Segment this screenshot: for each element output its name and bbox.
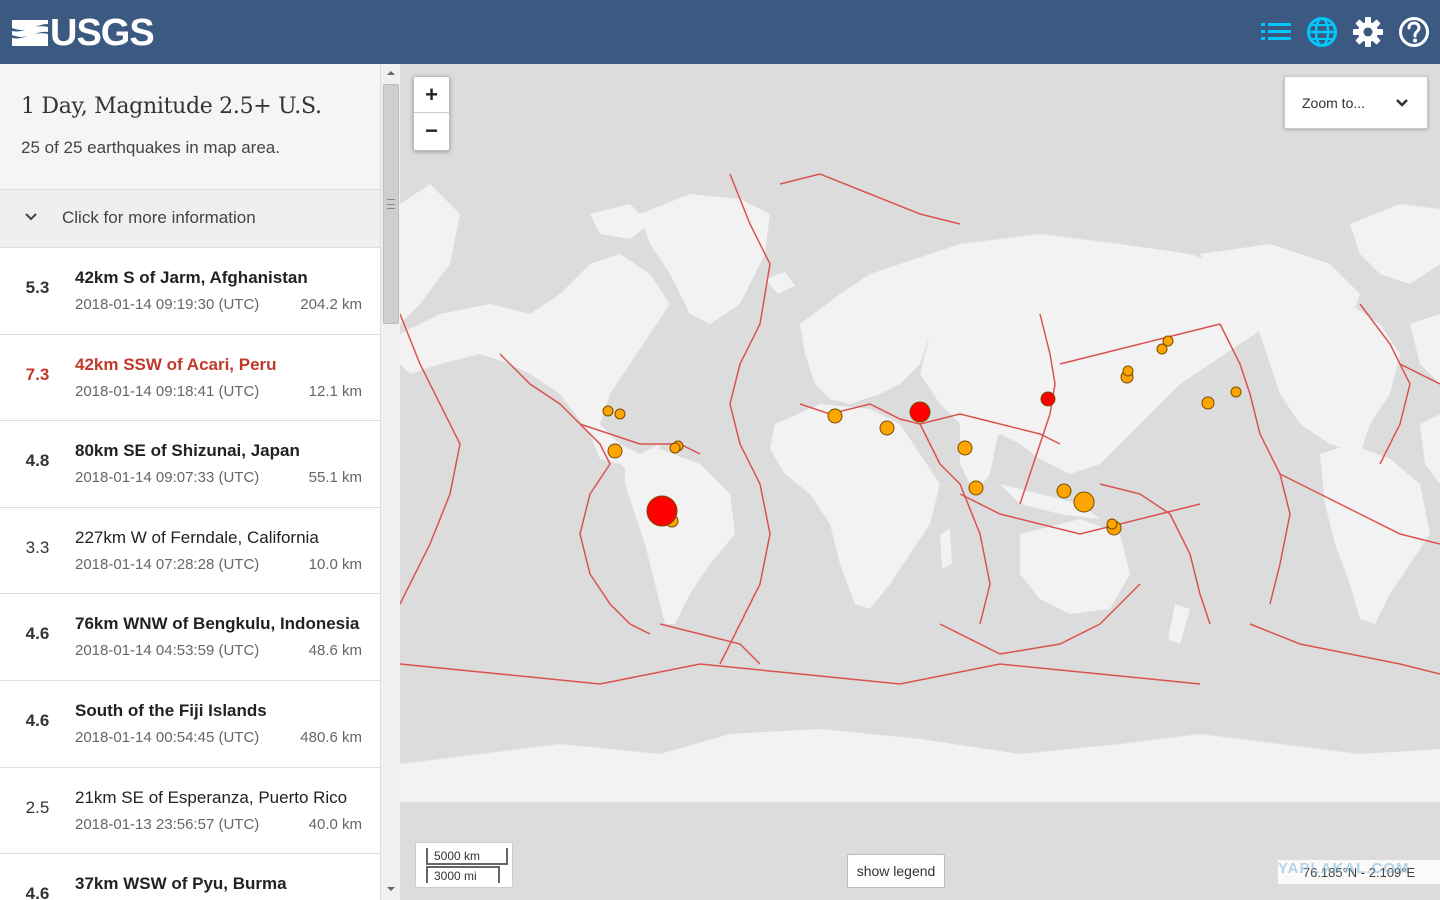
scale-mi: 3000 mi: [426, 866, 500, 883]
time: 2018-01-13 23:56:57 (UTC): [75, 815, 260, 833]
zoom-to-label: Zoom to...: [1302, 95, 1366, 111]
time: 2018-01-14 09:18:41 (UTC): [75, 382, 260, 400]
list-item[interactable]: 4.6 37km WSW of Pyu, Burma: [0, 854, 380, 900]
depth: 204.2 km: [300, 296, 362, 313]
list-item[interactable]: 4.6 South of the Fiji Islands 2018-01-14…: [0, 680, 380, 768]
list-item[interactable]: 2.5 21km SE of Esperanza, Puerto Rico 20…: [0, 767, 380, 855]
gear-icon[interactable]: [1352, 14, 1384, 50]
magnitude: 4.6: [25, 884, 50, 900]
more-info-toggle[interactable]: Click for more information: [0, 190, 380, 248]
list-item[interactable]: 7.3 42km SSW of Acari, Peru 2018-01-14 0…: [0, 334, 380, 422]
magnitude: 7.3: [25, 364, 50, 384]
zoom-control: + −: [413, 76, 450, 151]
magnitude: 2.5: [25, 797, 50, 817]
earthquake-list: 5.3 42km S of Jarm, Afghanistan 2018-01-…: [0, 248, 380, 900]
watermark: YAPLAKAL.COM: [1278, 860, 1410, 877]
list-item[interactable]: 3.3 227km W of Ferndale, California 2018…: [0, 507, 380, 595]
help-icon[interactable]: [1398, 14, 1430, 50]
time: 2018-01-14 09:07:33 (UTC): [75, 469, 260, 487]
magnitude: 4.8: [25, 451, 50, 471]
time: 2018-01-14 07:28:28 (UTC): [75, 555, 260, 573]
usgs-logo[interactable]: USGS: [12, 12, 155, 54]
chevron-down-icon: [1396, 99, 1408, 107]
feed-title: 1 Day, Magnitude 2.5+ U.S.: [21, 94, 322, 119]
depth: 10.0 km: [308, 555, 362, 573]
scroll-down-arrow-icon[interactable]: [385, 884, 397, 894]
usgs-wave-icon: [12, 20, 48, 46]
depth: 48.6 km: [308, 642, 362, 660]
feed-count: 25 of 25 earthquakes in map area.: [21, 138, 280, 157]
summary-panel: 1 Day, Magnitude 2.5+ U.S. 25 of 25 eart…: [0, 64, 380, 190]
place: 42km SSW of Acari, Peru: [75, 354, 277, 374]
list-icon[interactable]: [1260, 14, 1292, 50]
depth: 480.6 km: [300, 728, 362, 746]
place: 42km S of Jarm, Afghanistan: [75, 268, 308, 287]
show-legend-button[interactable]: show legend: [847, 854, 945, 888]
app-header: USGS: [0, 0, 1440, 64]
magnitude: 4.6: [25, 710, 50, 730]
world-map[interactable]: [400, 64, 1440, 900]
zoom-out-button[interactable]: −: [414, 113, 449, 149]
magnitude: 3.3: [25, 537, 50, 557]
magnitude: 5.3: [25, 278, 50, 297]
list-item[interactable]: 4.6 76km WNW of Bengkulu, Indonesia 2018…: [0, 594, 380, 681]
place: 80km SE of Shizunai, Japan: [75, 441, 300, 461]
place: 21km SE of Esperanza, Puerto Rico: [75, 787, 348, 807]
logo-text: USGS: [50, 12, 155, 54]
list-item[interactable]: 4.8 80km SE of Shizunai, Japan 2018-01-1…: [0, 421, 380, 508]
earthquake-map[interactable]: + − Zoom to... 5000 km 3000 mi show lege…: [400, 64, 1440, 900]
zoom-in-button[interactable]: +: [414, 77, 449, 113]
place: South of the Fiji Islands: [75, 700, 267, 720]
map-scale: 5000 km 3000 mi: [415, 842, 513, 888]
more-info-label: Click for more information: [62, 208, 256, 227]
place: 227km W of Ferndale, California: [75, 527, 319, 547]
list-item[interactable]: 5.3 42km S of Jarm, Afghanistan 2018-01-…: [0, 248, 380, 335]
time: 2018-01-14 04:53:59 (UTC): [75, 642, 260, 660]
scroll-up-arrow-icon[interactable]: [385, 68, 397, 78]
place: 76km WNW of Bengkulu, Indonesia: [75, 614, 360, 634]
sidebar-scrollbar[interactable]: [380, 64, 400, 900]
globe-icon[interactable]: [1306, 14, 1338, 50]
magnitude: 4.6: [25, 624, 50, 644]
time: 2018-01-14 00:54:45 (UTC): [75, 728, 260, 746]
zoom-to-dropdown[interactable]: Zoom to...: [1284, 76, 1428, 129]
depth: 55.1 km: [308, 469, 362, 487]
chevron-down-icon: [25, 213, 37, 221]
depth: 40.0 km: [308, 815, 362, 833]
earthquake-sidebar: 1 Day, Magnitude 2.5+ U.S. 25 of 25 eart…: [0, 64, 400, 900]
scale-km: 5000 km: [426, 848, 508, 865]
time: 2018-01-14 09:19:30 (UTC): [75, 296, 260, 313]
place: 37km WSW of Pyu, Burma: [75, 874, 287, 894]
scroll-thumb[interactable]: [383, 84, 399, 324]
depth: 12.1 km: [308, 382, 362, 400]
